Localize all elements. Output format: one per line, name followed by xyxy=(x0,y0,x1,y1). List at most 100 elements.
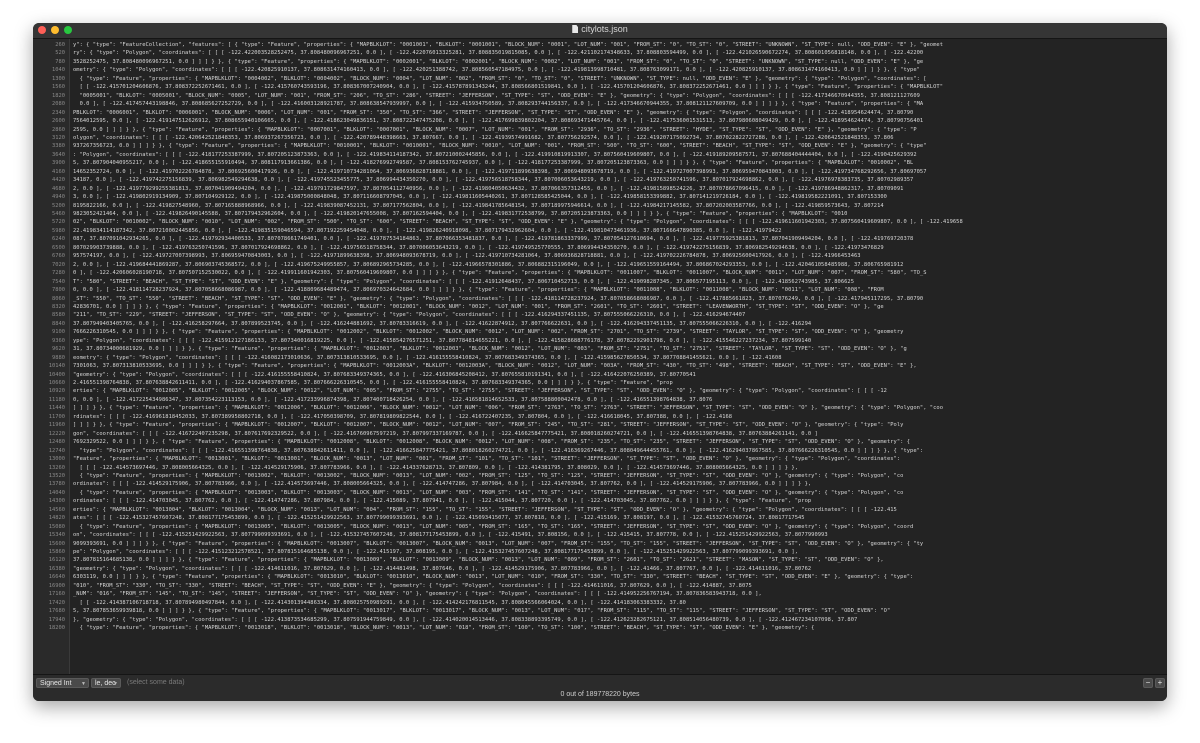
row-offset: 12220 xyxy=(48,430,65,437)
data-line[interactable]: { "type": "Feature", "properties": { "MA… xyxy=(73,524,914,530)
data-line[interactable]: 937267356723, 0.0 ] ] ] } }, { "type": "… xyxy=(73,143,927,149)
data-line[interactable]: 7564012595, 0.0 ], [ -122.41914751262691… xyxy=(73,118,923,124)
data-view[interactable]: 260 520 780 1040 1300 1560 1820 2080 2340 2600 286… xyxy=(33,39,1167,675)
row-offset: 17160 xyxy=(48,591,65,598)
data-line[interactable]: { "type": "Feature", "properties": { "MA… xyxy=(73,76,927,82)
row-offset: 7540 xyxy=(52,278,65,285)
row-offset: 11960 xyxy=(48,422,65,429)
data-line[interactable]: ] ] ] } }, { "type": "Feature", "propert… xyxy=(73,405,943,411)
data-line[interactable]: 37.807949403405765, 0.0 ], [ -122.416258… xyxy=(73,321,811,327)
data-line[interactable]: 5, 37.807904040955217, 0.0 ], [ -122.418… xyxy=(73,160,913,166)
data-line[interactable]: ] ] ] } }, { "type": "Feature", "propert… xyxy=(73,422,903,428)
data-line[interactable]: pe": "Polygon", "coordinates": [ [ [ -12… xyxy=(73,549,798,555)
data-line[interactable]: { "type": "Feature", "properties": { "MA… xyxy=(73,625,815,631)
data-line[interactable]: olygon", "coordinates": [ [ [ -122.42064… xyxy=(73,135,894,141)
data-line[interactable]: eometry": { "type": "Polygon", "coordina… xyxy=(73,355,782,361)
data-line[interactable]: "geometry": { "type": "Polygon", "coordi… xyxy=(73,566,811,572)
row-offset: 12480 xyxy=(48,439,65,446)
data-line[interactable]: 6303119, 0.0 ] ] ] } }, { "type": "Featu… xyxy=(73,574,913,580)
data-type-select[interactable]: Signed Int ▼ xyxy=(36,678,89,688)
row-offset: 7020 xyxy=(52,261,65,268)
data-line[interactable]: [ [ -122.414387106718718, 37.80789498049… xyxy=(73,600,686,606)
data-line[interactable]: 0.0 ], [ -122.417457443198846, 37.808685… xyxy=(73,101,924,107)
data-line[interactable]: { "type": "Feature", "properties": { "MA… xyxy=(73,473,904,479)
row-offset: 2860 xyxy=(52,126,65,133)
plus-icon: + xyxy=(1157,678,1163,687)
data-line[interactable]: 7692329522, 0.0 ] ] ] } }, { "type": "Fe… xyxy=(73,439,910,445)
data-line[interactable]: [ [ -122.415701204606876, 37.80837225267… xyxy=(73,84,943,90)
row-offset: 6240 xyxy=(52,236,65,243)
data-line[interactable]: ordinates": [ [ [ -122.414703045, 37.807… xyxy=(73,498,811,504)
row-offset: 12740 xyxy=(48,447,65,454)
data-line[interactable]: 8195822166, 0.0 ], [ -122.419827548960, … xyxy=(73,203,884,209)
row-offset: 11180 xyxy=(48,396,65,403)
data-line[interactable]: 957574197, 0.0 ], [ -122.419727007398993… xyxy=(73,253,861,259)
data-line[interactable]: gon", "coordinates": [ [ [ -122.41672240… xyxy=(73,431,818,437)
data-line[interactable]: erties": { "MAPBLKLOT": "0013004", "BLKL… xyxy=(73,507,897,513)
data-line[interactable]: 0, 0.0 ], [ -122.417225434986347, 37.807… xyxy=(73,397,712,403)
data-line[interactable]: }, "geometry": { "type": "Polygon", "coo… xyxy=(73,617,857,623)
data-line[interactable]: 807029903739888, 0.0 ], [ -122.419763250… xyxy=(73,245,884,251)
data-line[interactable]: "010", "FROM_ST": "330", "TO_ST": "330",… xyxy=(73,583,752,589)
data-line[interactable]: 0, 0.0 ], [ -122.418114728237924, 37.807… xyxy=(73,287,884,293)
data-line[interactable]: ates": [ [ [ -122.415327457607248, 37.80… xyxy=(73,515,805,521)
data-line[interactable]: 02", "BLKLOT": "0010002", "BLOCK_NUM": "… xyxy=(73,219,963,225)
row-offset: 5200 xyxy=(52,202,65,209)
data-line[interactable]: "Feature", "properties": { "MAPBLKLOT": … xyxy=(73,456,900,462)
data-line[interactable]: 9823052421464, 0.0 ], [ -122.41982649014… xyxy=(73,211,847,217)
data-line[interactable]: ometry": { "type": "Polygon", "coordinat… xyxy=(73,67,920,73)
data-line[interactable]: on", "coordinates": [ [ [ -122.415251429… xyxy=(73,532,828,538)
data-line[interactable]: ype": "Polygon", "coordinates": [ [ [ -1… xyxy=(73,338,811,344)
row-offset: 3900 xyxy=(52,160,65,167)
data-line[interactable]: ordinates": [ [ [ -122.414529175906, 37.… xyxy=(73,481,811,487)
data-line[interactable]: T": "580", "STREET": "BEACH", "ST_TYPE":… xyxy=(73,279,854,285)
row-offset: 15600 xyxy=(48,540,65,547)
data-line[interactable]: 087, 37.807091042934265, 0.0 ], [ -122.4… xyxy=(73,236,913,242)
row-offset: 6500 xyxy=(52,244,65,251)
data-line[interactable]: 37.807815164685138, 0.0 ] ] ] } }, { "ty… xyxy=(73,557,884,563)
data-line[interactable]: 7666226310545, 0.0 ] ] ] } }, { "type": … xyxy=(73,329,903,335)
row-offset: 8840 xyxy=(52,320,65,327)
zoom-out-button[interactable]: − xyxy=(1143,678,1153,688)
data-line[interactable]: ry": { "type": "Polygon", "coordinates":… xyxy=(73,50,923,56)
data-line[interactable]: "211", "TO_ST": "229", "STREET": "JEFFER… xyxy=(73,312,745,318)
data-line[interactable]: 5, 37.807853659939818, 0.0 ] ] ] } }, { … xyxy=(73,608,890,614)
data-line[interactable]: [ [ [ -122.414573697446, 37.808005664325… xyxy=(73,465,798,471)
row-offset: 8060 xyxy=(52,295,65,302)
data-line[interactable]: y": { "type": "FeatureCollection", "feat… xyxy=(73,42,943,48)
data-line[interactable]: "geometry": { "type": "Polygon", "coordi… xyxy=(73,372,696,378)
row-offset: 4420 xyxy=(52,177,65,184)
data-line[interactable]: erties": { "MAPBLKLOT": "0012005", "BLKL… xyxy=(73,388,887,394)
data-line[interactable]: 7301063, 37.807313810533695, 0.0 ] ] ] }… xyxy=(73,363,917,369)
data-line[interactable]: PBLKLOT": "0006001", "BLKLOT": "0006001"… xyxy=(73,110,913,116)
data-line[interactable]: 42836701, 0.0 ] ] ] } }, { "type": "Feat… xyxy=(73,304,884,310)
data-line[interactable]: rdinates": [ [ [ -122.416961818452033, 3… xyxy=(73,414,732,420)
text-data-area[interactable]: y": { "type": "FeatureCollection", "feat… xyxy=(73,39,1163,675)
data-line[interactable]: 34187, 0.0 ], [ -122.419742275156839, 37… xyxy=(73,177,913,183)
row-offset: 2340 xyxy=(52,109,65,116)
data-line[interactable]: 31, 37.80734000681929, 0.0 ] ] ] } }, { … xyxy=(73,346,907,352)
data-line[interactable]: "0005001", "BLKLOT": "0005001", "BLOCK_N… xyxy=(73,93,920,99)
data-line[interactable]: 14652352724, 0.0 ], [ -122.4197022267848… xyxy=(73,169,927,175)
row-offset: 9620 xyxy=(52,346,65,353)
endian-format-select[interactable]: le, dec ▼ xyxy=(91,678,121,688)
data-line[interactable]: 3528252475, 37.808480096967251, 0.0 ] ] … xyxy=(73,59,923,65)
data-line[interactable]: 2, 0.0 ], [ -122.419684441869287, 37.806… xyxy=(73,262,903,268)
data-line[interactable]: 3, 0.0 ], [ -122.419802919134909, 37.807… xyxy=(73,194,887,200)
data-line[interactable]: { "type": "Feature", "properties": { "MA… xyxy=(73,490,904,496)
data-line[interactable]: 0 ], [ -122.420606028190718, 37.80750715… xyxy=(73,270,927,276)
row-offset: 8580 xyxy=(52,312,65,319)
data-line[interactable]: : "Polygon", "coordinates": [ [ [ -122.4… xyxy=(73,152,917,158)
data-line[interactable]: 2595, 0.0 ] ] ] } }, { "type": "Feature"… xyxy=(73,127,917,133)
data-line[interactable]: "type": "Polygon", "coordinates": [ [ [ … xyxy=(73,448,924,454)
data-line[interactable]: 9099393691, 0.0 ] ] ] } }, { "type": "Fe… xyxy=(73,541,923,547)
data-line[interactable]: 22.419834114187342, 37.807210002445856, … xyxy=(73,228,782,234)
minus-icon: − xyxy=(1145,678,1151,687)
row-offset: 17420 xyxy=(48,599,65,606)
data-line[interactable]: 2, 0.0 ], [ -122.419779299255381813, 37.… xyxy=(73,186,903,192)
data-line[interactable]: _ST": "550", "TO_ST": "550", "STREET": "… xyxy=(73,296,923,302)
row-offset: 10400 xyxy=(48,371,65,378)
data-line[interactable]: _NUM": "016", "FROM_ST": "145", "TO_ST":… xyxy=(73,591,762,597)
data-line[interactable]: 2.416551398764838, 37.807638842611411, 0… xyxy=(73,380,673,386)
zoom-in-button[interactable]: + xyxy=(1155,678,1165,688)
